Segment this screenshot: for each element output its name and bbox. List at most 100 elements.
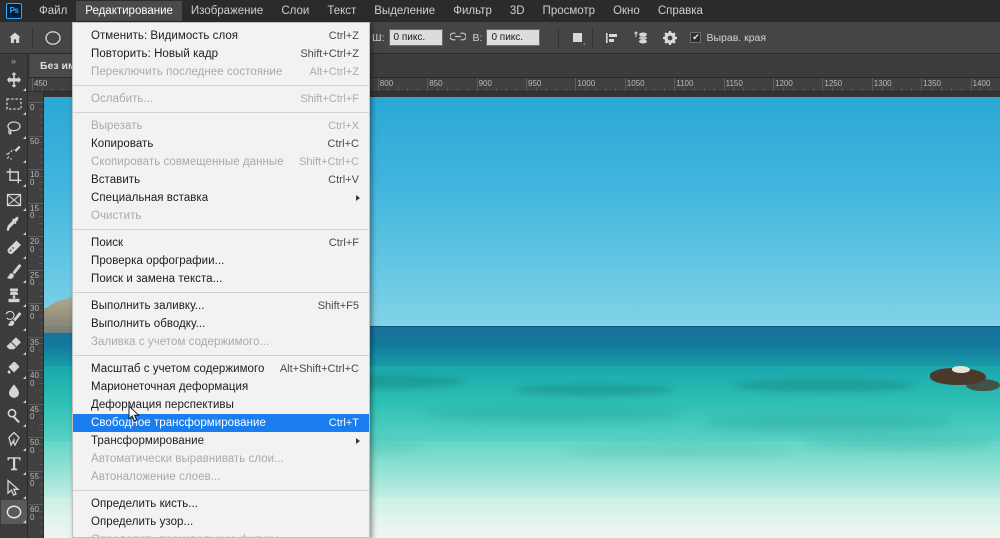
ruler-minor-tick [39,229,43,231]
menu-item-свободное-трансформирование[interactable]: Свободное трансформирование Ctrl+T [73,414,369,432]
ruler-minor-tick [39,490,43,492]
ruler-minor-tick [39,256,43,258]
tool-flyout-indicator [22,112,26,115]
menu-item-shortcut: Shift+Ctrl+Z [300,48,359,60]
menu-item-4[interactable]: Текст [318,1,365,21]
menu-item-label: Автоматически выравнивать слои... [91,453,284,465]
menu-item-вставить[interactable]: Вставить Ctrl+V [73,171,369,189]
clone-stamp-tool-icon[interactable] [1,284,27,308]
menu-item-поиск-и-замена-текста-[interactable]: Поиск и замена текста... [73,270,369,288]
ruler-minor-tick [634,87,636,91]
link-dimensions-icon[interactable] [448,32,467,44]
ruler-minor-tick [61,87,63,91]
crop-tool-icon[interactable] [1,164,27,188]
menu-item-label: Поиск и замена текста... [91,273,223,285]
gear-icon[interactable] [658,27,682,49]
menu-item-10[interactable]: Справка [649,1,712,21]
menu-item-масштаб-с-учетом-содержимого[interactable]: Масштаб с учетом содержимого Alt+Shift+Ct… [73,360,369,378]
eyedropper-tool-icon[interactable] [1,212,27,236]
edit-menu-dropdown[interactable]: Отменить: Видимость слоя Ctrl+Z Повторить:… [72,22,370,538]
dodge-tool-icon[interactable] [1,404,27,428]
path-alignment-icon[interactable] [600,27,624,49]
menu-item-специальная-вставка[interactable]: Специальная вставка [73,189,369,207]
type-tool-icon[interactable] [1,452,27,476]
gradient-tool-icon[interactable] [1,356,27,380]
menu-item-повторить-новый-кадр[interactable]: Повторить: Новый кадр Shift+Ctrl+Z [73,45,369,63]
menu-item-отменить-видимость-слоя[interactable]: Отменить: Видимость слоя Ctrl+Z [73,27,369,45]
menu-item-проверка-орфографии-[interactable]: Проверка орфографии... [73,252,369,270]
height-input[interactable]: 0 пикс. [486,29,541,46]
home-icon[interactable] [0,22,30,54]
tool-flyout-indicator [22,496,26,499]
menu-item-1[interactable]: Редактирование [76,1,182,21]
ruler-minor-tick [39,128,43,130]
menu-item-вырезать: Вырезать Ctrl+X [73,117,369,135]
ruler-minor-tick [51,87,53,91]
ruler-minor-tick [41,87,43,91]
eraser-tool-icon[interactable] [1,332,27,356]
tool-flyout-indicator [22,136,26,139]
foreground-rock-highlight [952,366,970,373]
menu-item-трансформирование[interactable]: Трансформирование [73,432,369,450]
menu-separator [73,229,369,230]
collapse-panel-button[interactable]: » [0,54,28,68]
lasso-tool-icon[interactable] [1,116,27,140]
ruler-label: 800 [379,79,394,88]
ruler-minor-tick [644,87,646,91]
ruler-minor-tick [802,87,804,91]
ruler-label: 100 [30,170,39,187]
quick-selection-tool-icon[interactable] [1,140,27,164]
pen-tool-icon[interactable] [1,428,27,452]
tool-flyout-indicator [22,256,26,259]
ruler-minor-tick [496,87,498,91]
menu-item-копировать[interactable]: Копировать Ctrl+C [73,135,369,153]
tool-flyout-indicator [22,304,26,307]
menu-item-выполнить-заливку-[interactable]: Выполнить заливку... Shift+F5 [73,297,369,315]
ellipse-tool-icon[interactable] [39,26,67,50]
menu-item-9[interactable]: Окно [604,1,649,21]
blur-tool-icon[interactable] [1,380,27,404]
ruler-minor-tick [39,463,43,465]
menu-item-5[interactable]: Выделение [365,1,444,21]
ruler-minor-tick [555,87,557,91]
width-input[interactable]: 0 пикс. [388,29,443,46]
menu-item-label: Трансформирование [91,435,205,447]
spot-healing-brush-tool-icon[interactable] [1,236,27,260]
menu-item-2[interactable]: Изображение [182,1,272,21]
divider [558,27,560,48]
ruler-minor-tick [763,87,765,91]
path-selection-tool-icon[interactable] [1,476,27,500]
menu-item-label: Повторить: Новый кадр [91,48,219,60]
frame-tool-icon[interactable] [1,188,27,212]
menu-item-определить-узор-[interactable]: Определить узор... [73,513,369,531]
ruler-minor-tick [931,87,933,91]
history-brush-tool-icon[interactable] [1,308,27,332]
menu-item-0[interactable]: Файл [30,1,76,21]
menu-item-деформация-перспективы[interactable]: Деформация перспективы [73,396,369,414]
path-arrangement-icon[interactable] [629,27,653,49]
menu-item-марионеточная-деформация[interactable]: Марионеточная деформация [73,378,369,396]
move-tool-icon[interactable] [1,68,27,92]
rectangular-marquee-tool-icon[interactable] [1,92,27,116]
menu-item-8[interactable]: Просмотр [534,1,605,21]
menu-item-выполнить-обводку-[interactable]: Выполнить обводку... [73,315,369,333]
menu-item-определить-кисть-[interactable]: Определить кисть... [73,495,369,513]
ruler-minor-tick [39,175,43,177]
ruler-minor-tick [39,329,43,331]
menu-item-6[interactable]: Фильтр [444,1,501,21]
align-edges-checkbox[interactable]: ✔ [690,32,702,43]
ruler-minor-tick [535,87,537,91]
ruler-minor-tick [605,87,607,91]
menu-item-7[interactable]: 3D [501,1,534,21]
tool-flyout-indicator [22,232,26,235]
align-edges-label: Вырав. края [706,31,767,44]
menu-item-3[interactable]: Слои [272,1,318,21]
menu-item-поиск[interactable]: Поиск Ctrl+F [73,234,369,252]
brush-tool-icon[interactable] [1,260,27,284]
ruler-minor-tick [703,87,705,91]
tool-flyout-indicator [22,328,26,331]
path-operations-icon[interactable] [566,27,590,49]
menu-item-ослабить-: Ослабить... Shift+Ctrl+F [73,90,369,108]
ellipse-shape-tool-icon[interactable] [0,500,27,524]
ruler-minor-tick [980,87,982,91]
